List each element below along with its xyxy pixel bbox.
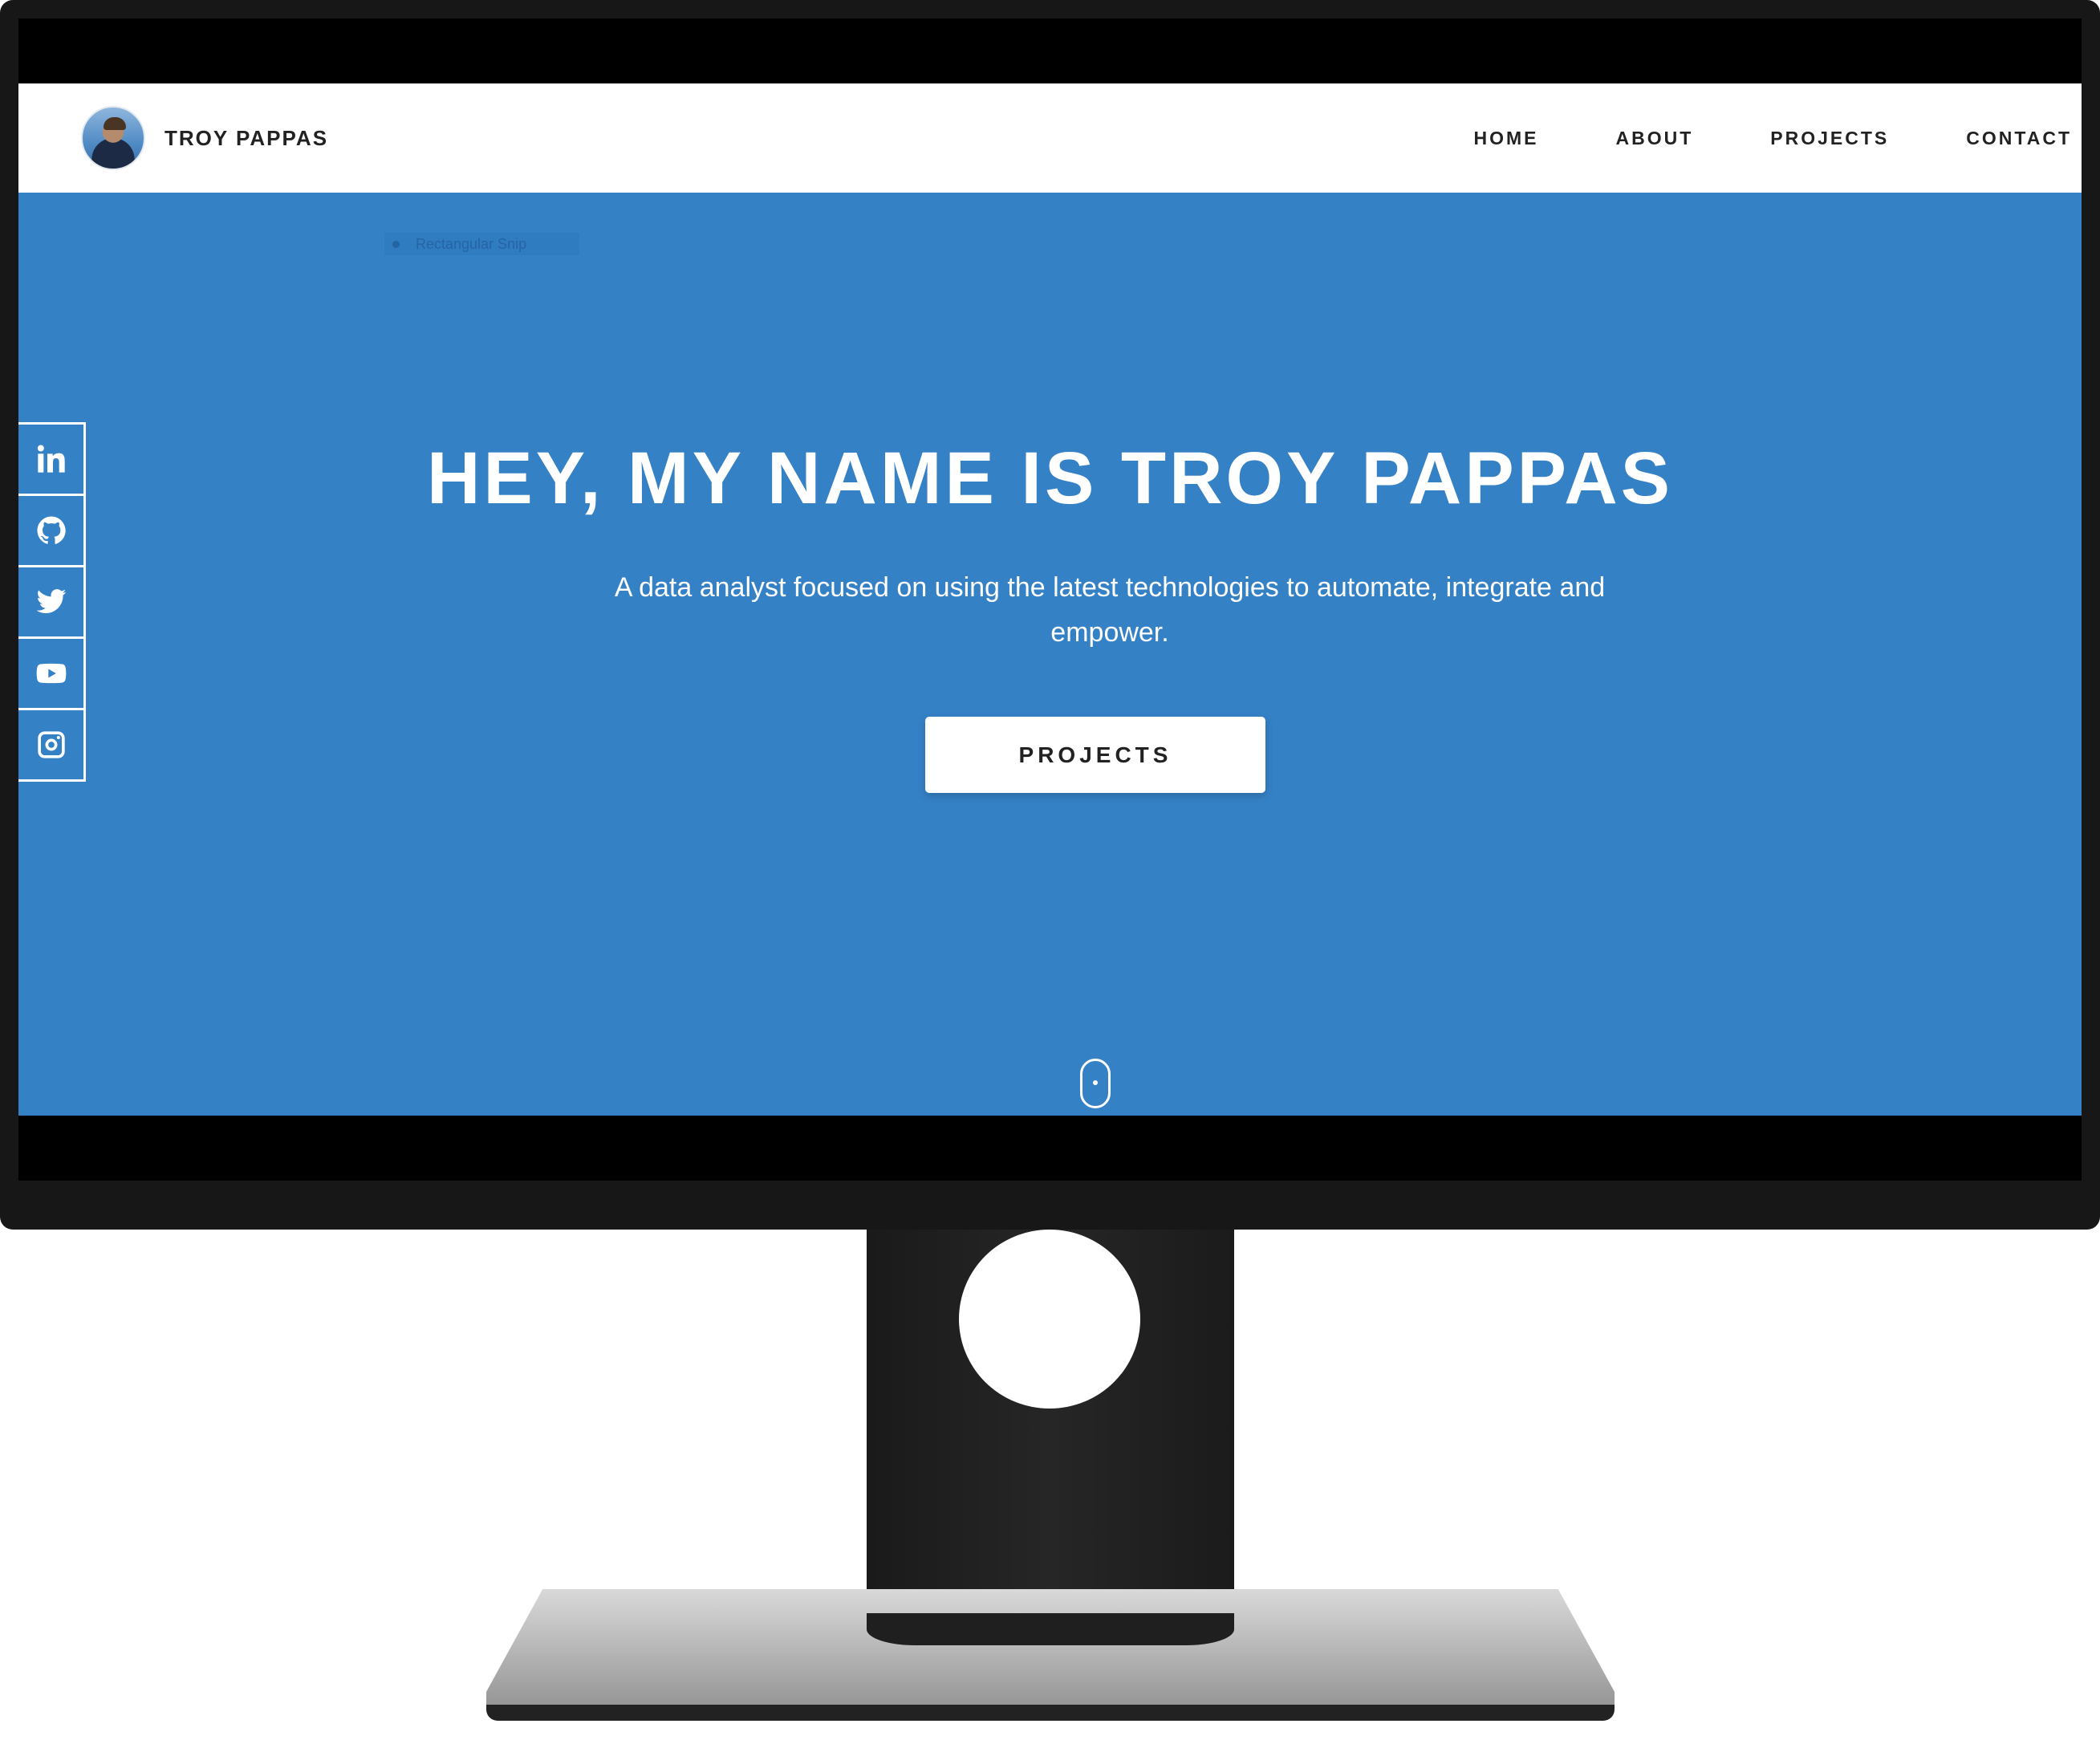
snip-label: Rectangular Snip	[416, 235, 527, 252]
brand[interactable]: TROY PAPPAS	[81, 106, 328, 170]
stand-base-edge	[486, 1705, 1615, 1721]
snip-dot-icon	[392, 240, 400, 248]
instagram-icon	[37, 731, 65, 758]
avatar	[81, 106, 145, 170]
scroll-down-mouse-icon[interactable]	[1080, 1059, 1111, 1108]
projects-button[interactable]: PROJECTS	[925, 717, 1265, 793]
nav-link-contact[interactable]: CONTACT	[1966, 128, 2072, 149]
nav-links: HOME ABOUT PROJECTS CONTACT	[1474, 83, 2073, 193]
social-link-youtube[interactable]	[18, 639, 83, 710]
snip-tool-ghost: Rectangular Snip	[384, 232, 580, 256]
monitor-stand-base	[486, 1589, 1615, 1718]
monitor-frame: TROY PAPPAS HOME ABOUT PROJECTS CONTACT …	[0, 0, 2100, 1230]
youtube-icon	[36, 663, 66, 684]
web-page: TROY PAPPAS HOME ABOUT PROJECTS CONTACT …	[18, 83, 2082, 1116]
stand-cable-hole	[959, 1230, 1140, 1409]
social-link-twitter[interactable]	[18, 567, 83, 639]
monitor-screen: TROY PAPPAS HOME ABOUT PROJECTS CONTACT …	[18, 18, 2082, 1181]
hero-subtitle: A data analyst focused on using the late…	[614, 572, 1606, 648]
nav-link-home[interactable]: HOME	[1474, 128, 1539, 149]
twitter-icon	[36, 589, 66, 613]
nav-link-projects[interactable]: PROJECTS	[1770, 128, 1889, 149]
nav-link-about[interactable]: ABOUT	[1616, 128, 1694, 149]
monitor-mockup: TROY PAPPAS HOME ABOUT PROJECTS CONTACT …	[0, 0, 2100, 1740]
stand-neck-foot	[867, 1613, 1234, 1645]
social-link-instagram[interactable]	[18, 710, 83, 779]
navbar: TROY PAPPAS HOME ABOUT PROJECTS CONTACT	[18, 83, 2082, 193]
brand-name: TROY PAPPAS	[165, 125, 329, 150]
hero-title: HEY, MY NAME IS TROY PAPPAS	[426, 437, 1674, 519]
